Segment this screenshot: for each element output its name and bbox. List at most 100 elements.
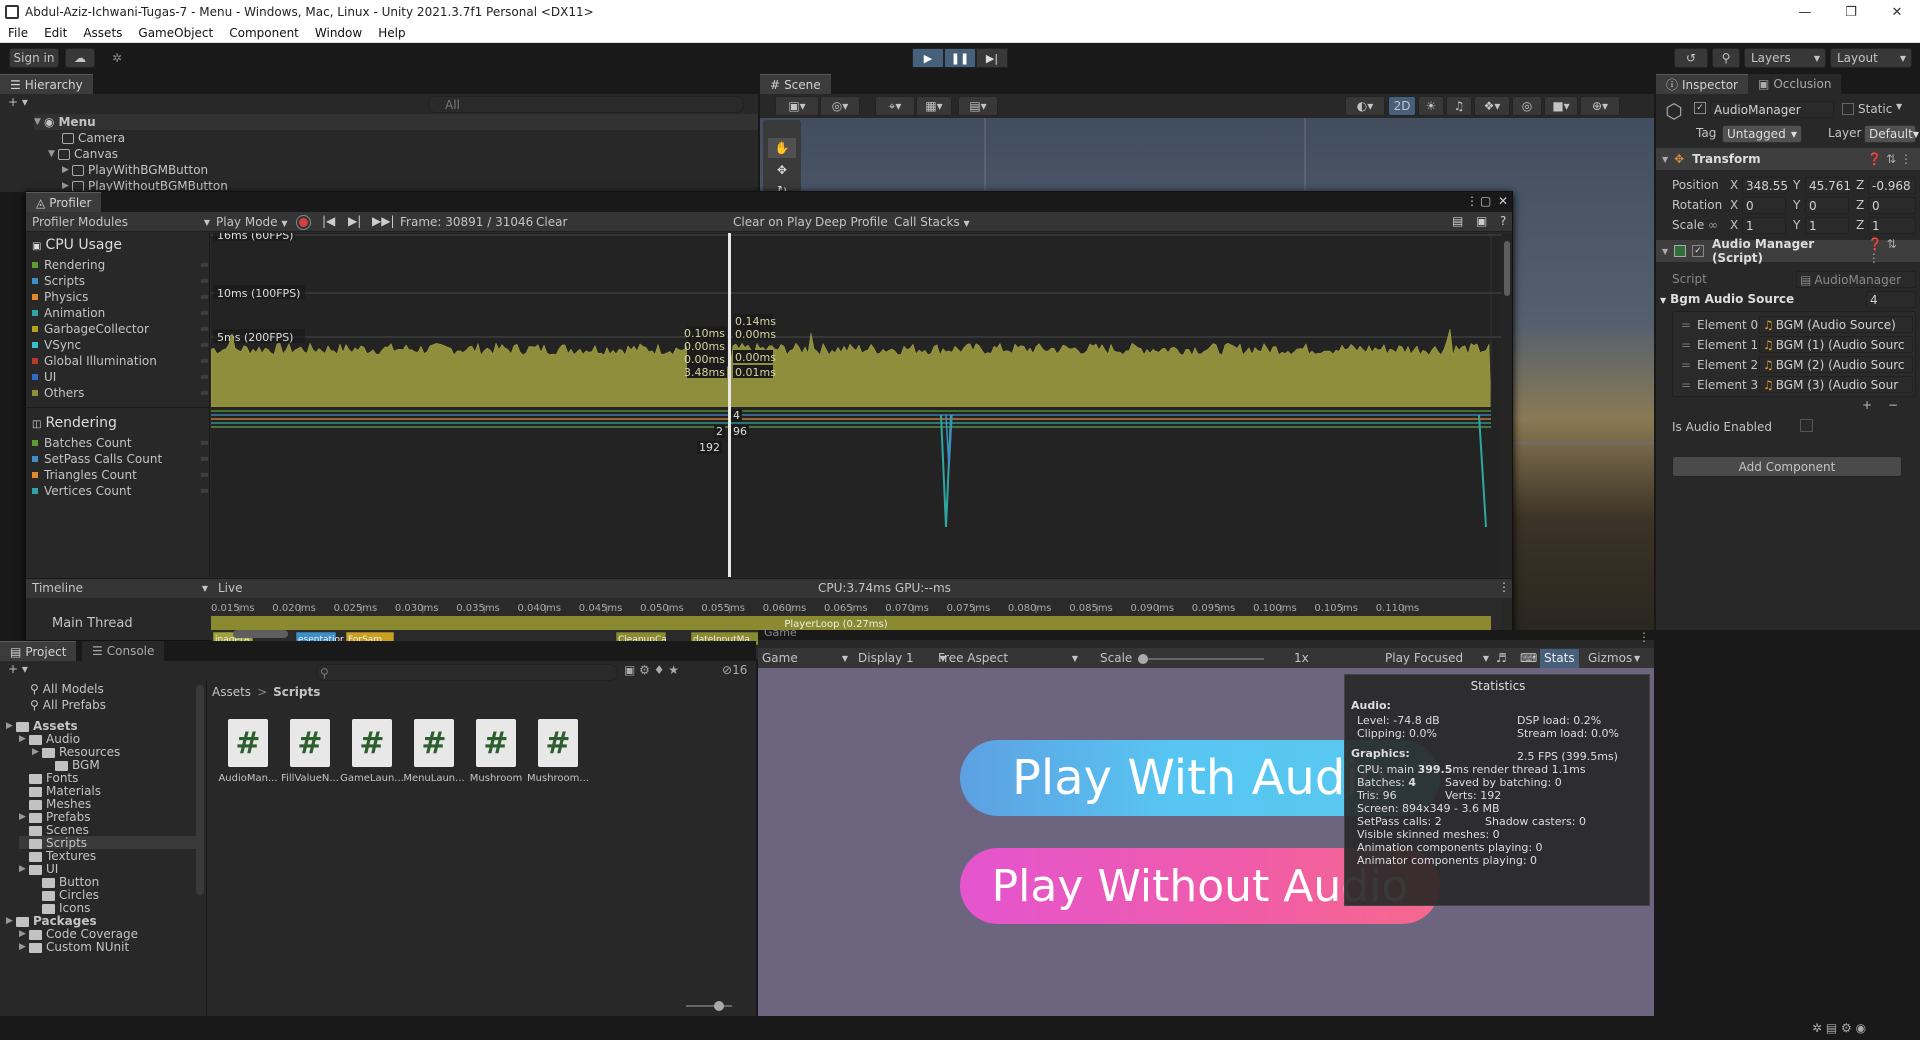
restore-icon[interactable]: ❐ [1828,0,1874,24]
chevron-right-icon[interactable]: ▶ [19,864,29,874]
cloud-icon[interactable]: ☁ [65,48,95,68]
drag-handle-icon[interactable]: ═ [201,322,208,336]
hierarchy-search-input[interactable]: All [428,96,744,113]
sign-in-button[interactable]: Sign in [9,48,59,68]
rendering-legend-item[interactable]: Batches Count ═ [32,435,208,451]
cpu-legend-item[interactable]: Scripts ═ [32,273,208,289]
tab-inspector[interactable]: ⓘ Inspector [1656,74,1748,94]
position-y-field[interactable]: 45.761 [1805,177,1851,194]
call-stacks-button[interactable]: Call Stacks ▼ [894,215,970,229]
shading-icon[interactable]: ◐▾ [1345,96,1385,116]
scale-x-field[interactable]: 1 [1742,217,1786,234]
element-2-field[interactable]: ♫ BGM (2) (Audio Sourc [1759,356,1913,373]
timeline-dropdown[interactable]: Timeline ▼ [32,581,208,595]
chevron-right-icon[interactable]: ▶ [32,747,42,757]
rendering-legend-item[interactable]: Vertices Count ═ [32,483,208,499]
play-focused-dropdown[interactable]: Play Focused ▼ [1385,651,1489,665]
aspect-dropdown[interactable]: Free Aspect ▼ [938,651,1078,665]
chevron-right-icon[interactable]: ▶ [6,721,16,731]
script-file[interactable]: # Mushroom... [527,711,589,791]
audio-icon[interactable]: ♫ [1446,96,1472,116]
drag-handle-icon[interactable]: ═ [201,452,208,466]
increment-icon[interactable]: ▤▾ [958,96,998,116]
drag-handle-icon[interactable]: ═ [201,484,208,498]
favorite-all-prefabs[interactable]: ⚲ All Prefabs [30,697,106,713]
chevron-right-icon[interactable]: ▶ [19,734,29,744]
snap-icon[interactable]: ⌖▾ [875,96,915,116]
drag-handle-icon[interactable]: = [1681,318,1691,332]
element-0-field[interactable]: ♫ BGM (Audio Source) [1759,316,1913,333]
rotation-y-field[interactable]: 0 [1805,197,1849,214]
rendering-chart[interactable]: 42 96 192 [211,407,1501,577]
display-dropdown[interactable]: Display 1 ▼ [858,651,946,665]
step-button[interactable]: ▶| [976,48,1008,68]
tree-item[interactable]: ▶ Custom NUnit [19,940,129,954]
play-mode-dropdown[interactable]: Play Mode ▼ [216,215,288,229]
drag-handle-icon[interactable]: ═ [201,274,208,288]
tree-item[interactable]: Fonts [19,771,78,785]
drag-handle-icon[interactable]: ═ [201,258,208,272]
live-label[interactable]: Live [218,581,243,595]
history-icon[interactable]: ↺ [1674,48,1708,68]
draw-mode-icon[interactable]: ▣▾ [775,96,819,116]
first-frame-icon[interactable]: |◀ [322,214,335,228]
chart-scrollbar[interactable] [1502,233,1512,577]
bgm-count-field[interactable]: 4 [1866,291,1916,308]
add-element-icon[interactable]: + [1862,398,1872,412]
element-1-field[interactable]: ♫ BGM (1) (Audio Sourc [1759,336,1913,353]
drag-handle-icon[interactable]: ═ [201,386,208,400]
static-checkbox[interactable] [1842,103,1854,115]
globe-icon[interactable]: ◎▾ [820,96,860,116]
audio-enabled-checkbox[interactable] [1800,419,1813,432]
script-file[interactable]: # FillValueN... [281,711,339,791]
script-file[interactable]: # GameLaun... [340,711,404,791]
chevron-right-icon[interactable]: ▶ [19,929,29,939]
tree-item[interactable]: Scripts [19,836,196,850]
tree-item[interactable]: Circles [32,888,99,902]
scale-slider[interactable] [1138,654,1264,664]
tab-occlusion[interactable]: ▣ Occlusion [1748,74,1842,94]
rotation-z-field[interactable]: 0 [1868,197,1916,214]
hidden-count-badge[interactable]: ⊘16 [722,663,747,677]
cpu-legend-item[interactable]: UI ═ [32,369,208,385]
tree-item[interactable]: Button [32,875,99,889]
layer-dropdown[interactable]: Default ▼ [1864,125,1919,143]
cpu-usage-chart[interactable]: 16ms (60FPS) 10ms (100FPS) 5ms (200FPS) 0.1… [211,233,1501,407]
tab-hierarchy[interactable]: ☰ Hierarchy [0,74,93,94]
drag-handle-icon[interactable]: = [1681,378,1691,392]
pause-button[interactable]: ❚❚ [944,48,976,68]
chevron-right-icon[interactable]: ▶ [19,942,29,952]
audio-manager-header[interactable]: ▼ ✓ Audio Manager (Script) ❓ ⇅ ⋮ [1656,237,1920,265]
layers-dropdown[interactable]: Layers ▼ [1744,48,1826,68]
more-icon[interactable]: ⋮ [1498,580,1510,594]
drag-handle-icon[interactable]: ═ [201,354,208,368]
filter-icons[interactable]: ▣ ⚙ ♦ ★ [624,663,679,677]
collab-icon[interactable]: ✲ [107,48,127,68]
drag-handle-icon[interactable]: = [1681,358,1691,372]
chevron-right-icon[interactable]: ▶ [6,916,16,926]
effects-icon[interactable]: ❖▾ [1474,96,1510,116]
tree-item[interactable]: ▶ Packages [6,914,97,928]
breadcrumb-assets[interactable]: Assets [212,685,251,699]
minimize-icon[interactable]: — [1782,0,1828,24]
project-search-input[interactable]: ⚲ [316,664,618,681]
cpu-legend-item[interactable]: Physics ═ [32,289,208,305]
cpu-usage-title[interactable]: ▣ CPU Usage [32,237,122,253]
tree-item[interactable]: ▶ Assets [6,719,78,733]
chevron-right-icon[interactable]: ▶ [19,812,29,822]
tree-item[interactable]: ▶ Resources [32,745,120,759]
gizmo-icon[interactable]: ⊕▾ [1580,96,1620,116]
rendering-legend-item[interactable]: SetPass Calls Count ═ [32,451,208,467]
tree-item[interactable]: ▶ Audio [19,732,80,746]
cpu-legend-item[interactable]: VSync ═ [32,337,208,353]
cpu-legend-item[interactable]: GarbageCollector ═ [32,321,208,337]
tree-item[interactable]: ▶ Prefabs [19,810,91,824]
scale-z-field[interactable]: 1 [1868,217,1916,234]
tab-profiler[interactable]: ◬ Profiler [26,192,102,212]
tree-item[interactable]: Meshes [19,797,91,811]
help-icon[interactable]: ? [1500,214,1506,228]
next-frame-icon[interactable]: ▶| [348,214,361,228]
gizmos-button[interactable]: Gizmos [1588,651,1632,665]
tree-item[interactable]: BGM [45,758,100,772]
profiler-modules-dropdown[interactable]: Profiler Modules ▼ [32,215,210,229]
